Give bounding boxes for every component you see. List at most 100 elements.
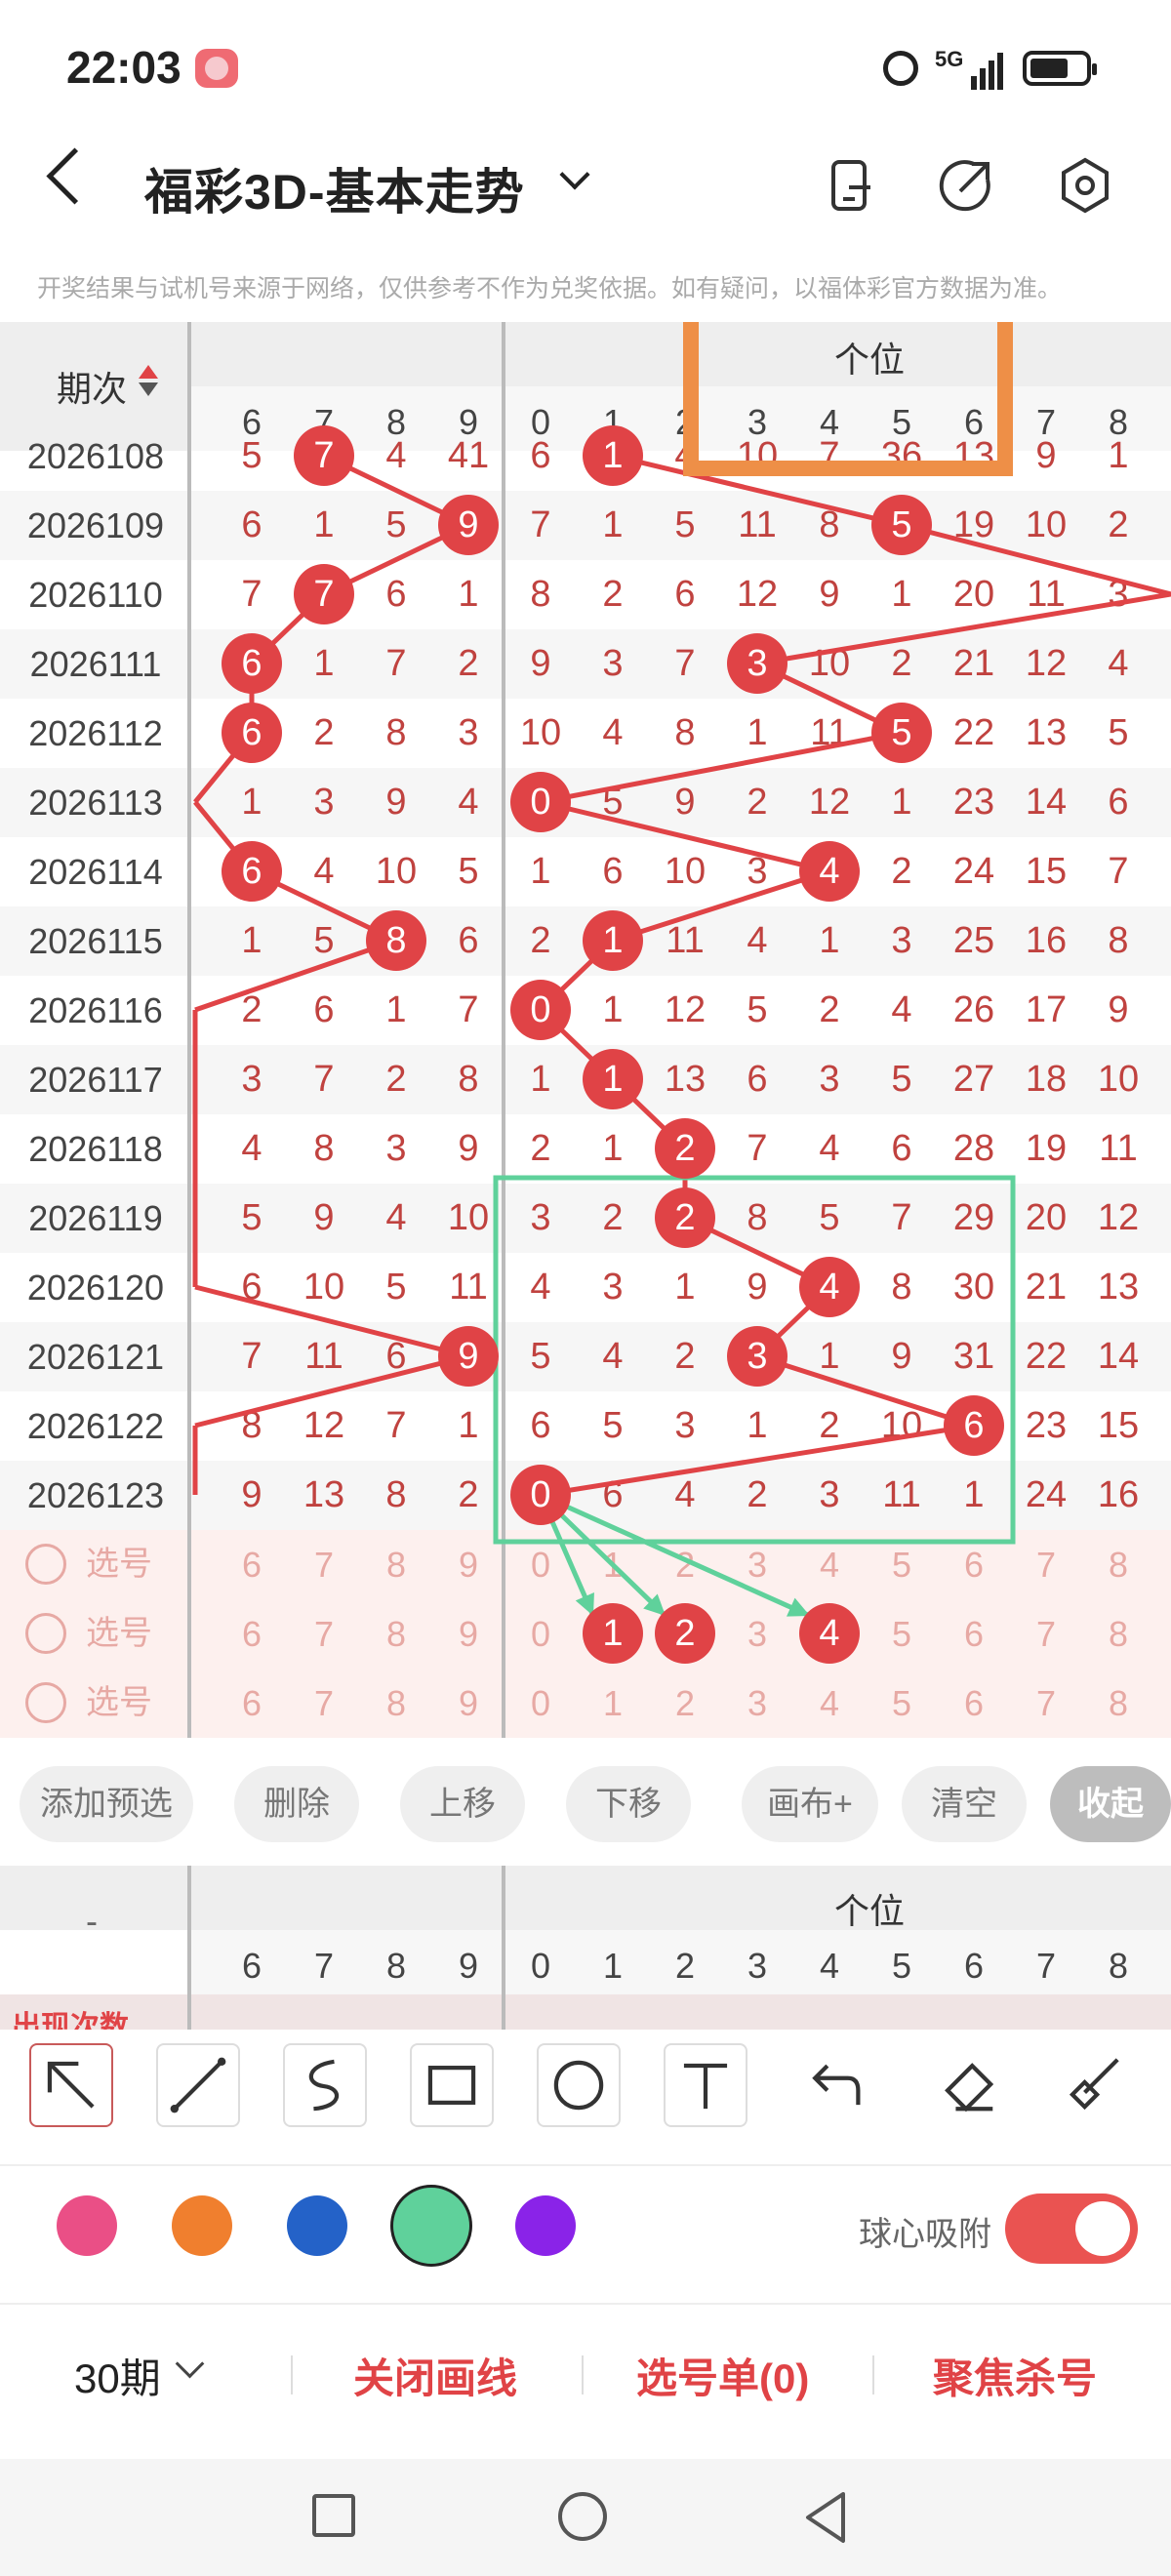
pick-cell[interactable]: 3 bbox=[721, 1599, 793, 1669]
back-icon[interactable] bbox=[46, 147, 103, 205]
collapse-button[interactable]: 收起 bbox=[1050, 1766, 1171, 1842]
brush-tool[interactable] bbox=[1054, 2043, 1138, 2127]
recent-apps-icon[interactable] bbox=[312, 2494, 355, 2537]
issue-header[interactable]: 期次 bbox=[57, 361, 127, 412]
pick-cell[interactable]: 0 bbox=[505, 1530, 577, 1599]
pick-cell[interactable]: 8 bbox=[1082, 1669, 1154, 1738]
pick-cell[interactable]: 6 bbox=[216, 1669, 288, 1738]
canvas-plus-button[interactable]: 画布+ bbox=[742, 1766, 878, 1842]
pick-cell[interactable]: 7 bbox=[1010, 1530, 1082, 1599]
picked-number-ball[interactable]: 2 bbox=[655, 1603, 715, 1664]
close-draw-button[interactable]: 关闭画线 bbox=[353, 2346, 517, 2405]
pick-radio[interactable] bbox=[25, 1682, 66, 1723]
pick-label[interactable]: 选号 bbox=[86, 1530, 152, 1599]
pick-cell[interactable]: 7 bbox=[1010, 1669, 1082, 1738]
pick-cell[interactable]: 8 bbox=[360, 1669, 432, 1738]
drawn-number-ball[interactable]: 6 bbox=[222, 841, 282, 902]
pick-cell[interactable]: 0 bbox=[505, 1669, 577, 1738]
eraser-tool[interactable] bbox=[927, 2043, 1011, 2127]
picked-number-ball[interactable]: 4 bbox=[799, 1603, 860, 1664]
pick-cell[interactable]: 6 bbox=[938, 1669, 1010, 1738]
sort-up-icon[interactable] bbox=[139, 365, 158, 379]
drawn-number-ball[interactable]: 9 bbox=[438, 1326, 499, 1387]
phone-split-icon[interactable] bbox=[820, 154, 882, 217]
circle-tool[interactable] bbox=[537, 2043, 621, 2127]
pick-cell[interactable]: 3 bbox=[721, 1530, 793, 1599]
drawn-number-ball[interactable]: 3 bbox=[727, 633, 787, 694]
chevron-down-icon[interactable] bbox=[559, 159, 590, 190]
pick-radio[interactable] bbox=[25, 1544, 66, 1585]
pick-cell[interactable]: 5 bbox=[866, 1669, 938, 1738]
color-swatch[interactable] bbox=[287, 2195, 347, 2256]
picked-number-ball[interactable]: 1 bbox=[583, 1603, 643, 1664]
pick-radio[interactable] bbox=[25, 1613, 66, 1654]
drawn-number-ball[interactable]: 6 bbox=[222, 703, 282, 763]
color-swatch[interactable] bbox=[172, 2195, 232, 2256]
drawn-number-ball[interactable]: 1 bbox=[583, 910, 643, 971]
pick-cell[interactable]: 1 bbox=[577, 1669, 649, 1738]
drawn-number-ball[interactable]: 5 bbox=[871, 703, 932, 763]
pick-label[interactable]: 选号 bbox=[86, 1669, 152, 1738]
pick-label[interactable]: 选号 bbox=[86, 1599, 152, 1669]
drawn-number-ball[interactable]: 3 bbox=[727, 1326, 787, 1387]
freehand-tool[interactable] bbox=[283, 2043, 367, 2127]
move-up-button[interactable]: 上移 bbox=[400, 1766, 525, 1842]
add-preselect-button[interactable]: 添加预选 bbox=[20, 1766, 193, 1842]
drawn-number-ball[interactable]: 6 bbox=[222, 633, 282, 694]
period-selector[interactable]: 30期 bbox=[74, 2346, 161, 2405]
pick-cell[interactable]: 2 bbox=[649, 1530, 721, 1599]
rectangle-tool[interactable] bbox=[410, 2043, 494, 2127]
share-icon[interactable] bbox=[935, 154, 997, 217]
drawn-number-ball[interactable]: 7 bbox=[294, 564, 354, 624]
focus-kill-button[interactable]: 聚焦杀号 bbox=[933, 2346, 1097, 2405]
drawn-number-ball[interactable]: 1 bbox=[583, 1049, 643, 1109]
pick-cell[interactable]: 8 bbox=[360, 1530, 432, 1599]
pick-cell[interactable]: 9 bbox=[432, 1599, 505, 1669]
line-tool[interactable] bbox=[156, 2043, 240, 2127]
drawn-number-ball[interactable]: 0 bbox=[510, 1465, 571, 1525]
color-swatch[interactable] bbox=[57, 2195, 117, 2256]
pick-cell[interactable]: 5 bbox=[866, 1599, 938, 1669]
pick-cell[interactable]: 4 bbox=[793, 1530, 866, 1599]
drawn-number-ball[interactable]: 4 bbox=[799, 1257, 860, 1317]
pick-cell[interactable]: 9 bbox=[432, 1669, 505, 1738]
drawn-number-ball[interactable]: 6 bbox=[944, 1395, 1004, 1456]
move-down-button[interactable]: 下移 bbox=[566, 1766, 691, 1842]
pick-cell[interactable]: 8 bbox=[1082, 1599, 1154, 1669]
pick-cell[interactable]: 8 bbox=[360, 1599, 432, 1669]
drawn-number-ball[interactable]: 9 bbox=[438, 495, 499, 555]
pick-cell[interactable]: 7 bbox=[288, 1669, 360, 1738]
pick-cell[interactable]: 6 bbox=[938, 1530, 1010, 1599]
pick-cell[interactable]: 7 bbox=[288, 1530, 360, 1599]
pick-cell[interactable]: 9 bbox=[432, 1530, 505, 1599]
snap-toggle[interactable] bbox=[1005, 2194, 1138, 2264]
back-nav-icon[interactable] bbox=[802, 2490, 849, 2545]
pick-cell[interactable]: 3 bbox=[721, 1669, 793, 1738]
text-tool[interactable] bbox=[664, 2043, 747, 2127]
color-swatch[interactable] bbox=[515, 2195, 576, 2256]
drawn-number-ball[interactable]: 2 bbox=[655, 1118, 715, 1179]
drawn-number-ball[interactable]: 8 bbox=[366, 910, 426, 971]
drawn-number-ball[interactable]: 1 bbox=[583, 425, 643, 486]
color-swatch[interactable] bbox=[390, 2185, 472, 2267]
drawn-number-ball[interactable]: 0 bbox=[510, 980, 571, 1040]
pick-cell[interactable]: 1 bbox=[577, 1530, 649, 1599]
pick-cell[interactable]: 6 bbox=[216, 1530, 288, 1599]
pointer-tool[interactable] bbox=[29, 2043, 113, 2127]
pick-list-button[interactable]: 选号单(0) bbox=[636, 2346, 809, 2405]
pick-cell[interactable]: 6 bbox=[938, 1599, 1010, 1669]
sort-down-icon[interactable] bbox=[139, 382, 158, 396]
drawn-number-ball[interactable]: 7 bbox=[294, 425, 354, 486]
drawn-number-ball[interactable]: 4 bbox=[799, 841, 860, 902]
clear-button[interactable]: 清空 bbox=[902, 1766, 1027, 1842]
pick-cell[interactable]: 0 bbox=[505, 1599, 577, 1669]
pick-cell[interactable]: 2 bbox=[649, 1669, 721, 1738]
drawn-number-ball[interactable]: 2 bbox=[655, 1187, 715, 1248]
pick-cell[interactable]: 4 bbox=[793, 1669, 866, 1738]
pick-cell[interactable]: 7 bbox=[288, 1599, 360, 1669]
pick-cell[interactable]: 7 bbox=[1010, 1599, 1082, 1669]
settings-icon[interactable] bbox=[1054, 154, 1116, 217]
delete-button[interactable]: 删除 bbox=[234, 1766, 359, 1842]
drawn-number-ball[interactable]: 5 bbox=[871, 495, 932, 555]
pick-cell[interactable]: 6 bbox=[216, 1599, 288, 1669]
